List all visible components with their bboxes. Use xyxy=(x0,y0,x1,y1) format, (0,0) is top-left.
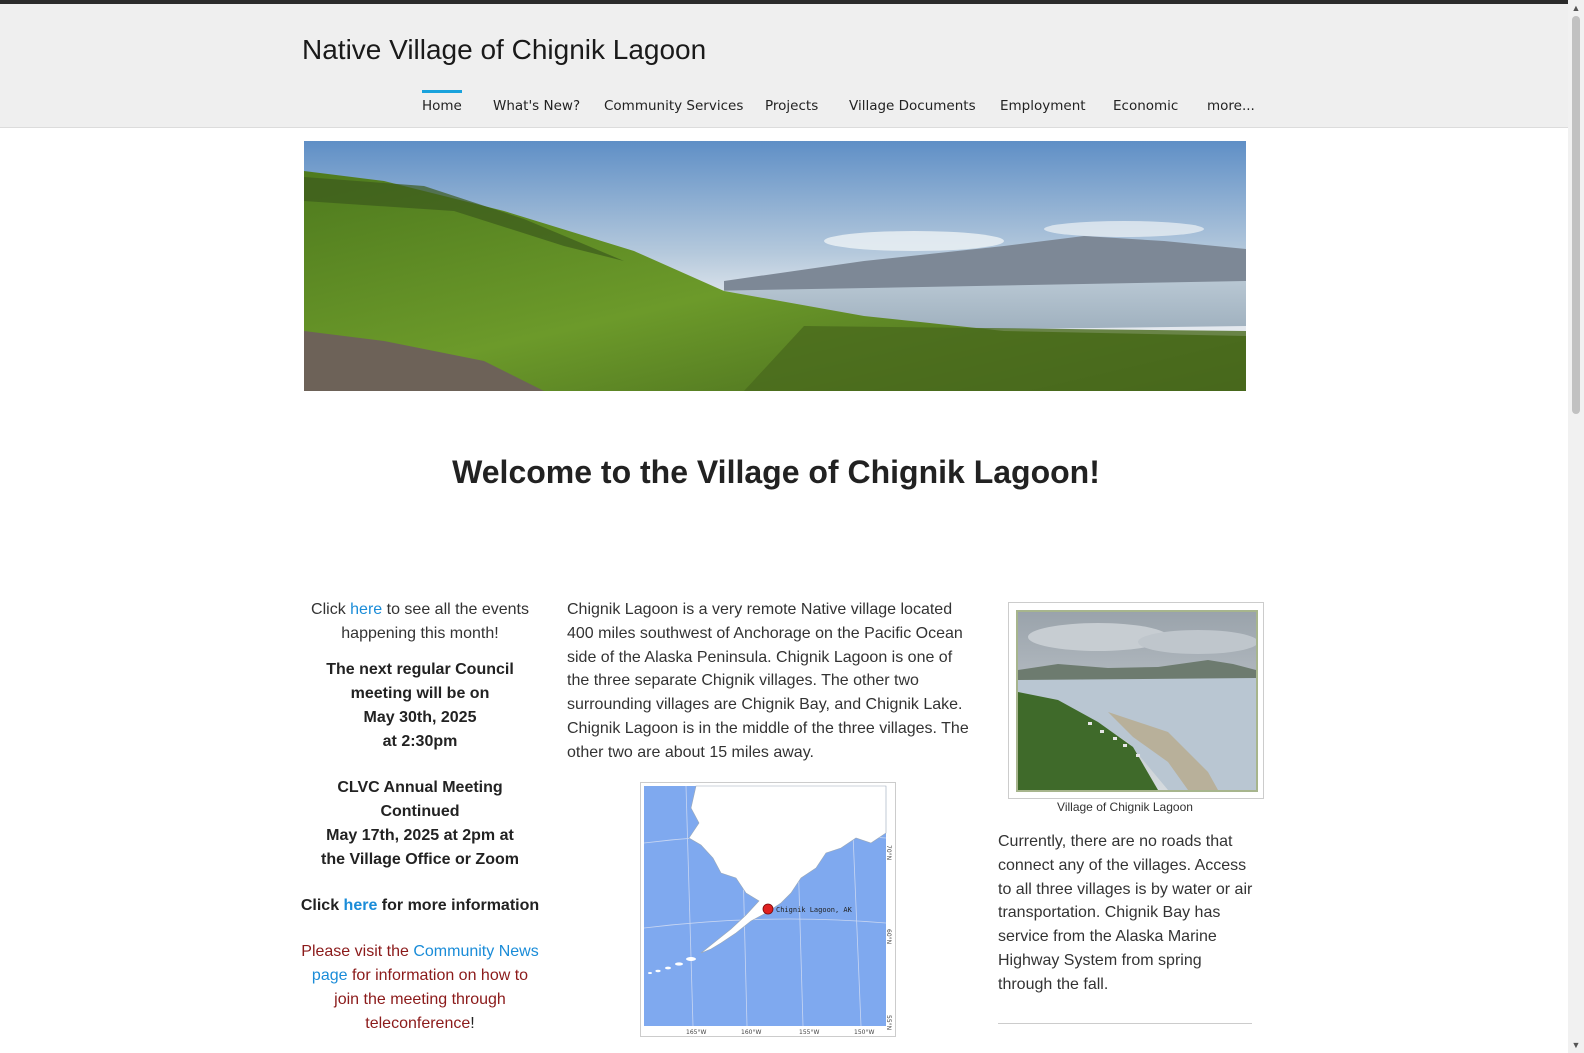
nav-item-home[interactable]: Home xyxy=(422,90,462,114)
map-tick-label: 150°W xyxy=(854,1029,874,1036)
alaska-location-map: Chignik Lagoon, AK 165°W 160°W 155°W 150… xyxy=(640,782,896,1037)
visit-rest-text: for information on how to join the meeti… xyxy=(334,967,529,1032)
info-rest-text: for more information xyxy=(381,897,540,914)
left-column: Click here to see all the events happeni… xyxy=(300,598,540,1048)
map-tick-label: 160°W xyxy=(741,1029,761,1036)
visit-end-text: ! xyxy=(470,1015,475,1032)
map-tick-label: 60°N xyxy=(885,929,892,944)
map-tick-label: 165°W xyxy=(686,1029,706,1036)
village-photo[interactable] xyxy=(1016,610,1258,792)
intro-paragraph: Chignik Lagoon is a very remote Native v… xyxy=(567,601,969,761)
annual-date: May 17th, 2025 at 2pm at xyxy=(326,827,514,844)
main-nav: Home What's New? Community Services Proj… xyxy=(0,90,1568,122)
nav-item-employment[interactable]: Employment xyxy=(1000,98,1086,114)
hero-landscape-image xyxy=(304,141,1246,391)
council-time: at 2:30pm xyxy=(382,733,458,750)
vertical-scrollbar[interactable]: ▲ ▼ xyxy=(1568,0,1584,1053)
site-title[interactable]: Native Village of Chignik Lagoon xyxy=(302,34,706,66)
access-paragraph: Currently, there are no roads that conne… xyxy=(998,833,1253,993)
visit-text: Please visit the xyxy=(301,943,409,960)
info-paragraph: Click here for more information xyxy=(300,894,540,918)
events-here-link[interactable]: here xyxy=(350,601,382,618)
annual-meeting-notice: CLVC Annual Meeting Continued May 17th, … xyxy=(300,776,540,872)
nav-item-more[interactable]: more... xyxy=(1207,98,1255,114)
scroll-thumb[interactable] xyxy=(1572,16,1580,414)
scroll-down-arrow-icon[interactable]: ▼ xyxy=(1571,1040,1581,1050)
map-tick-label: 70°N xyxy=(885,845,892,860)
info-here-link[interactable]: here xyxy=(344,897,378,914)
council-date: May 30th, 2025 xyxy=(363,709,477,726)
teleconference-paragraph: Please visit the Community News page for… xyxy=(300,940,540,1036)
council-meeting-notice: The next regular Council meeting will be… xyxy=(300,658,540,754)
map-tick-label: 155°W xyxy=(799,1029,819,1036)
info-click-text: Click xyxy=(300,897,340,914)
nav-item-village-documents[interactable]: Village Documents xyxy=(849,98,976,114)
events-paragraph: Click here to see all the events happeni… xyxy=(300,598,540,646)
right-column: Currently, there are no roads that conne… xyxy=(998,830,1254,997)
scroll-up-arrow-icon[interactable]: ▲ xyxy=(1571,3,1581,13)
events-click-text: Click xyxy=(311,601,346,618)
photo-caption: Village of Chignik Lagoon xyxy=(1057,800,1193,814)
nav-item-whats-new[interactable]: What's New? xyxy=(493,98,580,114)
welcome-heading: Welcome to the Village of Chignik Lagoon… xyxy=(452,454,1100,491)
annual-place: the Village Office or Zoom xyxy=(321,851,519,868)
nav-item-community-services[interactable]: Community Services xyxy=(604,98,743,114)
location-marker-icon xyxy=(762,903,774,915)
map-tick-label: 55°N xyxy=(885,1015,892,1030)
annual-title: CLVC Annual Meeting Continued xyxy=(337,779,503,820)
site-header: Native Village of Chignik Lagoon Home Wh… xyxy=(0,4,1568,128)
nav-item-economic[interactable]: Economic xyxy=(1113,98,1178,114)
nav-item-projects[interactable]: Projects xyxy=(765,98,818,114)
village-photo-frame xyxy=(1008,602,1264,799)
middle-column: Chignik Lagoon is a very remote Native v… xyxy=(567,598,969,765)
section-divider xyxy=(998,1023,1252,1024)
council-line: The next regular Council meeting will be… xyxy=(326,661,514,702)
map-location-label: Chignik Lagoon, AK xyxy=(776,906,853,914)
